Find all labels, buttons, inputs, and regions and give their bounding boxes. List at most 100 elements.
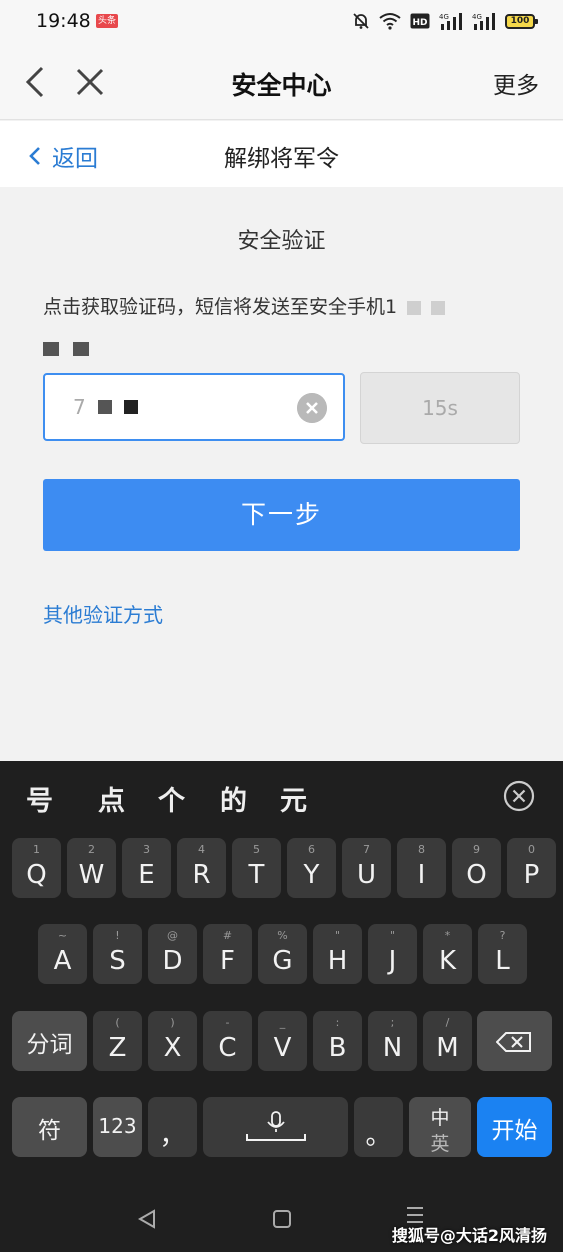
masked-digit [123, 400, 138, 414]
other-verification-link[interactable]: 其他验证方式 [43, 599, 163, 628]
masked-digit [431, 300, 446, 315]
key-r[interactable]: 4R [177, 838, 226, 898]
key-u[interactable]: 7U [342, 838, 391, 898]
masked-digit [97, 400, 112, 414]
code-prefix: 7 [73, 395, 86, 419]
svg-text:HD: HD [412, 18, 427, 28]
key-s[interactable]: ! S [93, 924, 142, 984]
next-step-button[interactable]: 下一步 [43, 479, 520, 551]
period-key[interactable]: 。 [354, 1097, 403, 1157]
verification-code-input[interactable]: 7 [43, 373, 345, 441]
clear-input-icon[interactable] [297, 393, 327, 423]
period-key-label: 。 [365, 1121, 392, 1151]
start-enter-key[interactable]: 开始 [477, 1097, 552, 1157]
key-alt-char: 5 [253, 843, 260, 856]
key-f[interactable]: # F [203, 924, 252, 984]
section-title: 安全验证 [237, 229, 326, 254]
key-a[interactable]: ~ A [38, 924, 87, 984]
nav-home-icon[interactable] [271, 1208, 293, 1230]
key-o[interactable]: 9O [452, 838, 501, 898]
news-app-badge: 头条 [96, 14, 118, 28]
key-label: U [356, 860, 377, 890]
key-i[interactable]: 8I [397, 838, 446, 898]
resend-countdown-button[interactable]: 15s [360, 372, 520, 444]
key-c[interactable]: -C [203, 1011, 252, 1071]
microphone-icon [246, 1111, 306, 1141]
watermark: 搜狐号@大话2风清扬 [391, 1226, 547, 1245]
svg-text:4G: 4G [439, 13, 449, 21]
key-l[interactable]: ? L [478, 924, 527, 984]
key-label: Y [303, 860, 320, 890]
symbol-key-label: 符 [38, 1118, 61, 1144]
key-b[interactable]: :B [313, 1011, 362, 1071]
masked-phone-row [43, 342, 89, 356]
key-t[interactable]: 5T [232, 838, 281, 898]
key-label: A [53, 946, 72, 976]
hd-icon: HD [410, 13, 430, 29]
key-alt-char: 2 [88, 843, 95, 856]
page-title: 安全中心 [231, 71, 332, 100]
key-g[interactable]: % G [258, 924, 307, 984]
key-e[interactable]: 3E [122, 838, 171, 898]
key-label: D [162, 946, 183, 976]
key-alt-char: - [225, 1016, 230, 1029]
candidate-word[interactable]: 个 [158, 779, 185, 818]
key-alt-char: : [335, 1016, 340, 1029]
key-j[interactable]: " J [368, 924, 417, 984]
key-label: C [218, 1033, 237, 1063]
candidate-word[interactable]: 号 [26, 779, 53, 818]
sub-title: 解绑将军令 [224, 146, 339, 172]
candidate-word[interactable]: 元 [280, 779, 307, 818]
key-label: Q [26, 860, 47, 890]
candidate-bar: 号 点 个 的 元 [0, 761, 563, 835]
key-label: B [328, 1033, 347, 1063]
candidate-word[interactable]: 点 [98, 779, 125, 818]
key-label: J [388, 946, 397, 976]
key-z[interactable]: (Z [93, 1011, 142, 1071]
key-alt-char: ! [115, 929, 120, 942]
backspace-key[interactable] [477, 1011, 552, 1071]
key-alt-char: 0 [528, 843, 535, 856]
masked-digit [43, 342, 59, 356]
status-bar: 19:48 头条 HD 4G 4G 100 [0, 0, 563, 44]
space-key[interactable] [203, 1097, 348, 1157]
key-label: R [192, 860, 211, 890]
title-bar: 安全中心 更多 [0, 44, 563, 120]
key-m[interactable]: / M [423, 1011, 472, 1071]
number-key[interactable]: 123 [93, 1097, 142, 1157]
segment-key[interactable]: 分词 [12, 1011, 87, 1071]
status-time: 19:48 [36, 10, 91, 32]
symbol-key[interactable]: 符 [12, 1097, 87, 1157]
lang-english-label: 英 [430, 1133, 450, 1155]
key-d[interactable]: @ D [148, 924, 197, 984]
key-w[interactable]: 2W [67, 838, 116, 898]
key-label: I [417, 860, 426, 890]
collapse-candidates-icon[interactable] [502, 779, 536, 813]
key-label: H [327, 946, 348, 976]
key-label: S [109, 946, 126, 976]
key-label: E [138, 860, 155, 890]
key-alt-char: 7 [363, 843, 370, 856]
candidate-word[interactable]: 的 [220, 779, 247, 818]
language-switch-key[interactable]: 中 英 [409, 1097, 471, 1157]
comma-key[interactable]: ， [148, 1097, 197, 1157]
more-button[interactable]: 更多 [493, 66, 539, 100]
key-n[interactable]: ; N [368, 1011, 417, 1071]
key-k[interactable]: * K [423, 924, 472, 984]
key-label: W [78, 860, 105, 890]
sms-instruction: 点击获取验证码，短信将发送至安全手机1 [43, 293, 523, 321]
key-label: X [163, 1033, 182, 1063]
key-q[interactable]: 1Q [12, 838, 61, 898]
key-alt-char: 1 [33, 843, 40, 856]
nav-back-icon[interactable] [136, 1208, 158, 1230]
lang-chinese-label: 中 [430, 1107, 450, 1129]
key-alt-char: " [334, 929, 341, 942]
key-x[interactable]: ) X [148, 1011, 197, 1071]
key-y[interactable]: 6Y [287, 838, 336, 898]
key-h[interactable]: " H [313, 924, 362, 984]
key-p[interactable]: 0P [507, 838, 556, 898]
key-v[interactable]: _ V [258, 1011, 307, 1071]
key-label: M [436, 1033, 459, 1063]
wifi-icon [379, 13, 401, 30]
key-alt-char: ( [115, 1016, 120, 1029]
